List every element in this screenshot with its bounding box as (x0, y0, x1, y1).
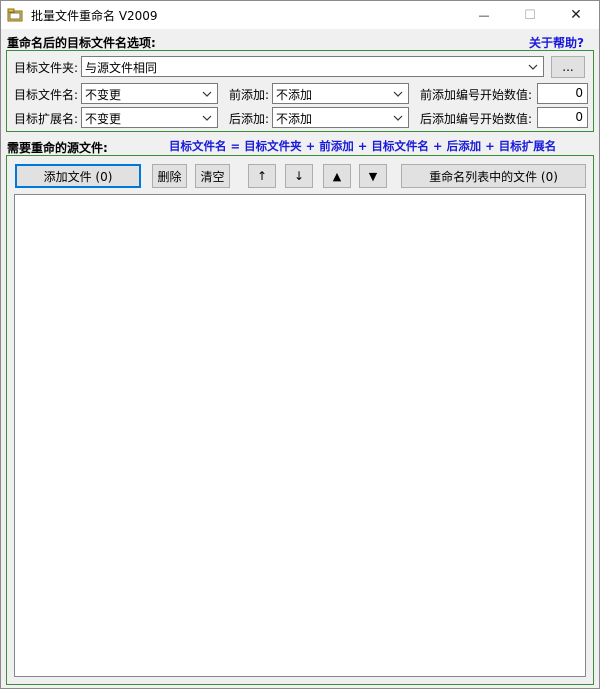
source-section-title: 需要重命的源文件: (7, 141, 108, 155)
move-top-button[interactable]: ▲ (323, 164, 351, 188)
naming-formula: 目标文件名 = 目标文件夹 + 前添加 + 目标文件名 + 后添加 + 目标扩展… (169, 139, 557, 153)
suffix-label: 后添加: (229, 112, 270, 126)
suffix-combo[interactable]: 不添加 (272, 107, 409, 128)
triangle-up-icon: ▲ (332, 169, 342, 183)
target-ext-label: 目标扩展名: (14, 112, 79, 126)
help-link[interactable]: 关于帮助? (529, 34, 584, 51)
options-group: 目标文件夹: 与源文件相同 ... 目标文件名: 不变更 前添加: 不添加 前添… (6, 50, 594, 132)
suffix-value: 不添加 (276, 112, 313, 126)
rename-files-button[interactable]: 重命名列表中的文件 (0) (401, 164, 586, 188)
arrow-up-icon: ↑ (256, 169, 268, 183)
suffix-start-label: 后添加编号开始数值: (420, 112, 533, 126)
chevron-down-icon (200, 86, 214, 102)
target-folder-label: 目标文件夹: (14, 61, 79, 75)
arrow-down-icon: ↓ (293, 169, 305, 183)
target-folder-value: 与源文件相同 (85, 61, 158, 75)
browse-folder-button[interactable]: ... (551, 56, 585, 78)
add-files-label: 添加文件 (0) (43, 169, 113, 184)
maximize-button[interactable]: ☐ (507, 1, 553, 29)
move-up-button[interactable]: ↑ (248, 164, 276, 188)
browse-label: ... (562, 60, 574, 74)
minimize-icon: — (478, 8, 490, 22)
suffix-start-input[interactable]: 0 (537, 107, 588, 128)
title-bar[interactable]: 批量文件重命名 V2009 — ☐ ✕ (1, 1, 599, 29)
triangle-down-icon: ▼ (368, 169, 378, 183)
chevron-down-icon (391, 110, 405, 126)
close-button[interactable]: ✕ (553, 1, 599, 29)
target-name-value: 不变更 (85, 88, 122, 102)
target-folder-combo[interactable]: 与源文件相同 (81, 56, 544, 77)
clear-button[interactable]: 清空 (195, 164, 230, 188)
target-name-combo[interactable]: 不变更 (81, 83, 218, 104)
delete-button[interactable]: 删除 (152, 164, 187, 188)
add-files-button[interactable]: 添加文件 (0) (15, 164, 141, 188)
target-ext-value: 不变更 (85, 112, 122, 126)
target-ext-combo[interactable]: 不变更 (81, 107, 218, 128)
prefix-start-input[interactable]: 0 (537, 83, 588, 104)
rename-files-label: 重命名列表中的文件 (0) (429, 169, 558, 184)
prefix-combo[interactable]: 不添加 (272, 83, 409, 104)
move-bottom-button[interactable]: ▼ (359, 164, 387, 188)
clear-label: 清空 (200, 169, 225, 184)
prefix-start-label: 前添加编号开始数值: (420, 88, 533, 102)
move-down-button[interactable]: ↓ (285, 164, 313, 188)
chevron-down-icon (200, 110, 214, 126)
chevron-down-icon (526, 59, 540, 75)
delete-label: 删除 (157, 169, 182, 184)
maximize-icon: ☐ (524, 7, 536, 23)
app-window: 批量文件重命名 V2009 — ☐ ✕ 重命名后的目标文件名选项: 关于帮助? … (0, 0, 600, 689)
prefix-value: 不添加 (276, 88, 313, 102)
minimize-button[interactable]: — (461, 1, 507, 29)
source-group: 添加文件 (0) 删除 清空 ↑ ↓ ▲ ▼ 重命名列表中的文件 (0) (6, 155, 594, 685)
window-title: 批量文件重命名 V2009 (31, 9, 158, 23)
app-folder-icon (7, 7, 23, 23)
close-icon: ✕ (570, 7, 582, 23)
chevron-down-icon (391, 86, 405, 102)
prefix-label: 前添加: (229, 88, 270, 102)
options-section-title: 重命名后的目标文件名选项: (7, 36, 156, 50)
source-file-list[interactable] (14, 194, 586, 677)
target-name-label: 目标文件名: (14, 88, 79, 102)
